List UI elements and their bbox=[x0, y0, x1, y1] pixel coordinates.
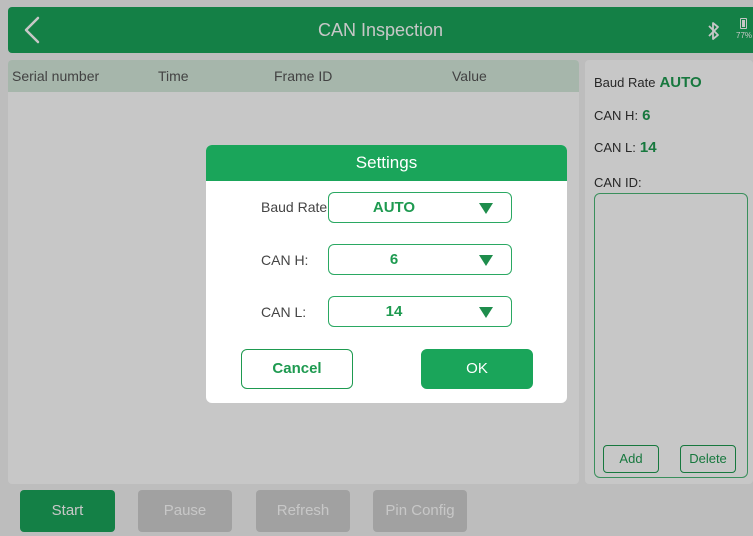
dropdown-caret-icon bbox=[479, 255, 493, 266]
dropdown-caret-icon bbox=[479, 203, 493, 214]
baud-rate-value: AUTO bbox=[372, 199, 416, 216]
baud-rate-select[interactable]: AUTO bbox=[328, 192, 512, 223]
cancel-button[interactable]: Cancel bbox=[241, 349, 353, 389]
dropdown-caret-icon bbox=[479, 307, 493, 318]
can-l-value: 14 bbox=[385, 303, 403, 320]
baud-rate-label: Baud Rate bbox=[261, 199, 328, 215]
can-l-label: CAN L: bbox=[261, 304, 307, 320]
can-l-select[interactable]: 14 bbox=[328, 296, 512, 327]
dialog-title: Settings bbox=[206, 145, 567, 181]
can-h-select[interactable]: 6 bbox=[328, 244, 512, 275]
settings-dialog: Settings Baud Rate AUTO CAN H: 6 CAN L: … bbox=[206, 145, 567, 403]
can-h-value: 6 bbox=[389, 251, 399, 268]
can-h-label: CAN H: bbox=[261, 252, 309, 268]
ok-button[interactable]: OK bbox=[421, 349, 533, 389]
